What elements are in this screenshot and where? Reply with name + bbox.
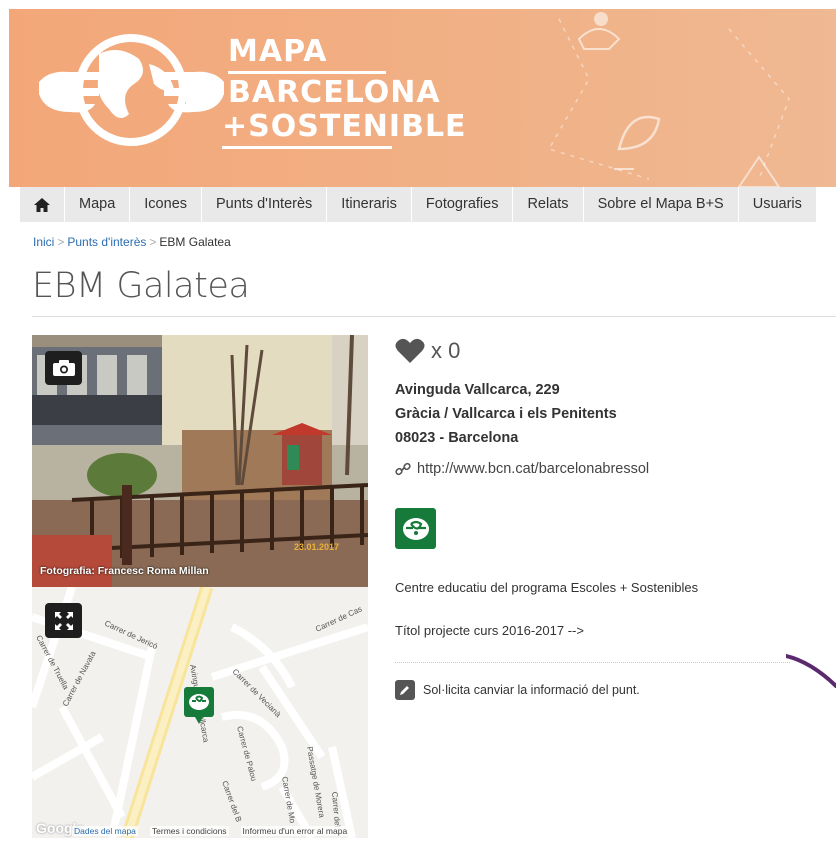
photo-gallery-button[interactable] — [45, 351, 82, 385]
link-icon — [395, 462, 411, 476]
map-fullscreen-button[interactable] — [45, 603, 82, 638]
breadcrumb-current: EBM Galatea — [159, 235, 231, 249]
logo-line-3: +SOSTENIBLE — [222, 109, 467, 144]
point-photo[interactable]: 23.01.2017 Fotografia: Francesc Roma Mil… — [32, 335, 368, 587]
camera-icon — [52, 360, 75, 376]
logo-divider — [228, 71, 386, 74]
breadcrumb-separator: > — [57, 235, 65, 249]
nav-home[interactable] — [20, 187, 65, 222]
expand-icon — [54, 611, 73, 630]
site-banner: MAPA BARCELONA +SOSTENIBLE — [9, 9, 836, 187]
map-terms-link[interactable]: Termes i condicions — [149, 825, 229, 836]
home-icon — [34, 197, 50, 212]
likes-counter[interactable]: x 0 — [395, 338, 815, 364]
project-title: Títol projecte curs 2016-2017 --> — [395, 623, 584, 638]
logo-globe-icon — [39, 34, 224, 146]
photo-credit: Fotografia: Francesc Roma Millan — [40, 565, 209, 577]
annotation-arrow — [786, 654, 836, 688]
point-info: x 0 Avinguda Vallcarca, 229 Gràcia / Val… — [395, 338, 815, 477]
location-map[interactable]: Carrer de Jericó Carrer de Truella Carre… — [32, 587, 368, 838]
address-city: 08023 - Barcelona — [395, 430, 519, 446]
title-divider — [32, 316, 836, 317]
address-street: Avinguda Vallcarca, 229 — [395, 382, 560, 398]
address: Avinguda Vallcarca, 229 Gràcia / Vallcar… — [395, 378, 815, 450]
nav-item-punts-interes[interactable]: Punts d'Interès — [202, 187, 328, 222]
nav-item-icones[interactable]: Icones — [130, 187, 203, 222]
request-change-row[interactable]: Sol·licita canviar la informació del pun… — [395, 680, 640, 700]
section-divider — [395, 662, 790, 663]
category-badge[interactable] — [395, 508, 436, 549]
map-marker[interactable] — [184, 687, 214, 730]
nav-item-relats[interactable]: Relats — [513, 187, 584, 222]
photo-date-stamp: 23.01.2017 — [294, 542, 340, 552]
nav-item-mapa[interactable]: Mapa — [65, 187, 131, 222]
nav-item-itineraris[interactable]: Itineraris — [327, 187, 412, 222]
page-title: EBM Galatea — [32, 266, 250, 306]
breadcrumb-separator: > — [149, 235, 157, 249]
breadcrumb-punts-interes[interactable]: Punts d'interès — [67, 235, 146, 249]
nav-item-fotografies[interactable]: Fotografies — [411, 187, 514, 222]
main-nav: Mapa Icones Punts d'Interès Itineraris F… — [20, 187, 817, 222]
likes-count: x 0 — [431, 338, 461, 363]
breadcrumb-inici[interactable]: Inici — [33, 235, 54, 249]
site-logo-text[interactable]: MAPA BARCELONA +SOSTENIBLE — [222, 35, 467, 151]
point-description: Centre educatiu del programa Escoles + S… — [395, 580, 699, 595]
map-footer: Dades del mapa Termes i condicions Infor… — [32, 823, 368, 838]
logo-line-1: MAPA — [228, 34, 328, 69]
nav-item-usuaris[interactable]: Usuaris — [738, 187, 817, 222]
logo-underline — [222, 146, 392, 149]
heart-icon — [395, 338, 425, 363]
pencil-icon — [395, 680, 415, 700]
website-link[interactable]: http://www.bcn.cat/barcelonabressol — [417, 461, 649, 477]
breadcrumb: Inici > Punts d'interès > EBM Galatea — [33, 235, 231, 249]
address-district: Gràcia / Vallcarca i els Penitents — [395, 406, 617, 422]
request-change-link[interactable]: Sol·licita canviar la informació del pun… — [423, 683, 640, 697]
map-report-error-link[interactable]: Informeu d'un error al mapa — [240, 825, 350, 836]
website-row: http://www.bcn.cat/barcelonabressol — [395, 461, 815, 477]
nav-item-sobre[interactable]: Sobre el Mapa B+S — [583, 187, 739, 222]
escoles-sostenibles-icon — [402, 517, 429, 540]
logo-line-2: BARCELONA — [228, 75, 441, 110]
map-data-link[interactable]: Dades del mapa — [72, 825, 138, 836]
map-pin-icon — [184, 687, 214, 724]
banner-decoration — [547, 12, 790, 187]
